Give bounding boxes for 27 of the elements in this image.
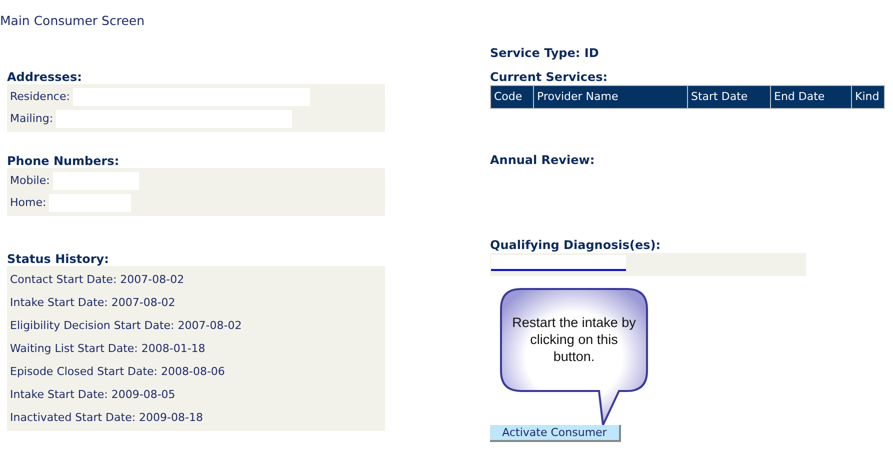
field-label: Mailing:	[10, 110, 54, 127]
section-heading: Qualifying Diagnosis(es):	[490, 238, 662, 252]
field-label: Residence:	[10, 88, 70, 105]
field-label: Mobile:	[10, 172, 50, 189]
column-header: Provider Name	[534, 86, 687, 108]
section-heading: Addresses:	[7, 70, 83, 84]
page-title: Main Consumer Screen	[0, 12, 145, 30]
input-field[interactable]	[491, 255, 626, 271]
callout-text: Restart the intake by clicking on this button.	[511, 314, 637, 365]
section-heading: Current Services:	[490, 70, 609, 84]
service-type: Service Type: ID	[490, 46, 600, 60]
column-header: Code	[491, 86, 533, 108]
column-header: Kind	[852, 86, 884, 108]
field-label: Home:	[10, 194, 46, 211]
status-entry: Episode Closed Start Date: 2008-08-06	[9, 364, 226, 380]
activate-consumer-button[interactable]: Activate Consumer	[490, 425, 621, 442]
column-header: End Date	[771, 86, 851, 108]
status-entry: Waiting List Start Date: 2008-01-18	[9, 341, 206, 357]
status-entry: Intake Start Date: 2009-08-05	[9, 387, 176, 403]
status-entry: Intake Start Date: 2007-08-02	[9, 295, 176, 311]
column-header: Start Date	[688, 86, 770, 108]
section-heading: Phone Numbers:	[7, 154, 120, 168]
status-entry: Inactivated Start Date: 2009-08-18	[9, 410, 204, 426]
section-heading: Status History:	[7, 252, 110, 266]
status-entry: Eligibility Decision Start Date: 2007-08-02	[9, 318, 243, 334]
status-entry: Contact Start Date: 2007-08-02	[9, 272, 186, 288]
section-heading: Annual Review:	[490, 153, 596, 167]
